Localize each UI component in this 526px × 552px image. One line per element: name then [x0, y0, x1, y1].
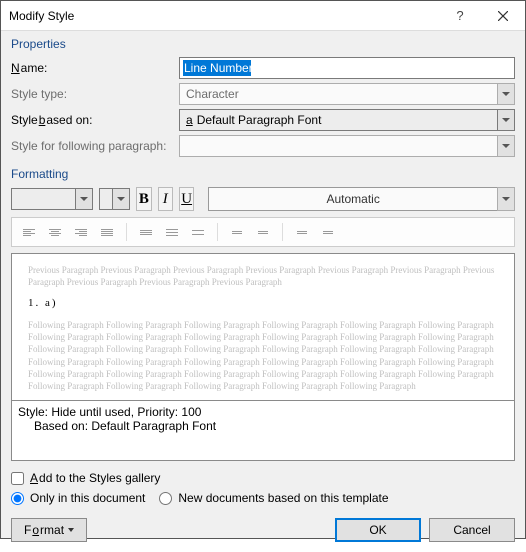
preview-pane: Previous Paragraph Previous Paragraph Pr…	[11, 253, 515, 401]
based-on-value: aDefault Paragraph Font	[179, 109, 497, 131]
properties-heading: Properties	[11, 37, 515, 51]
following-label: Style for following paragraph:	[11, 139, 171, 153]
chevron-down-icon	[117, 197, 125, 201]
indent-decrease-button	[291, 222, 313, 242]
align-left-button	[18, 222, 40, 242]
underline-button[interactable]: U	[179, 187, 194, 211]
following-value	[179, 135, 497, 157]
only-this-document-input[interactable]	[11, 492, 24, 505]
chevron-down-icon	[502, 144, 510, 148]
new-documents-radio[interactable]: New documents based on this template	[159, 491, 388, 505]
style-type-label: Style type:	[11, 87, 171, 101]
ok-button[interactable]: OK	[335, 518, 421, 542]
only-this-document-radio[interactable]: Only in this document	[11, 491, 145, 505]
chevron-down-icon	[80, 197, 88, 201]
font-color-combo[interactable]: Automatic	[208, 187, 515, 211]
following-dropdown	[497, 135, 515, 157]
modify-style-dialog: Modify Style ? Properties Name: Style ty…	[0, 0, 526, 539]
chevron-down-icon	[502, 197, 510, 201]
paragraph-toolbar	[11, 217, 515, 247]
italic-button[interactable]: I	[158, 187, 173, 211]
desc-line-1: Style: Hide until used, Priority: 100	[18, 405, 508, 419]
font-size-dropdown[interactable]	[112, 188, 130, 210]
titlebar: Modify Style ?	[1, 1, 525, 31]
preview-previous: Previous Paragraph Previous Paragraph Pr…	[28, 264, 498, 288]
space-before-dec-button	[252, 222, 274, 242]
new-documents-input[interactable]	[159, 492, 172, 505]
indent-increase-button	[317, 222, 339, 242]
font-name-value	[11, 188, 75, 210]
font-color-dropdown[interactable]	[497, 187, 515, 211]
following-combo	[179, 135, 515, 157]
chevron-down-icon	[502, 118, 510, 122]
style-type-combo: Character	[179, 83, 515, 105]
chevron-down-icon	[502, 92, 510, 96]
style-type-dropdown	[497, 83, 515, 105]
style-type-value: Character	[179, 83, 497, 105]
font-name-combo[interactable]	[11, 188, 93, 210]
cancel-button[interactable]: Cancel	[429, 518, 515, 542]
close-button[interactable]	[480, 1, 525, 31]
chevron-down-icon	[68, 528, 74, 532]
desc-line-2: Based on: Default Paragraph Font	[18, 419, 508, 433]
font-color-value: Automatic	[208, 187, 497, 211]
font-name-dropdown[interactable]	[75, 188, 93, 210]
align-center-button	[44, 222, 66, 242]
add-to-gallery-input[interactable]	[11, 472, 24, 485]
line-spacing-2-button	[187, 222, 209, 242]
line-spacing-1-button	[135, 222, 157, 242]
align-right-button	[70, 222, 92, 242]
based-on-dropdown[interactable]	[497, 109, 515, 131]
preview-sample: 1. a)	[28, 296, 498, 311]
name-input[interactable]	[179, 57, 515, 79]
based-on-combo[interactable]: aDefault Paragraph Font	[179, 109, 515, 131]
preview-following: Following Paragraph Following Paragraph …	[28, 319, 498, 392]
line-spacing-15-button	[161, 222, 183, 242]
font-size-value	[99, 188, 112, 210]
font-size-combo[interactable]	[99, 188, 130, 210]
formatting-heading: Formatting	[11, 167, 515, 181]
dialog-title: Modify Style	[9, 9, 440, 23]
name-label: Name:	[11, 61, 171, 75]
help-button[interactable]: ?	[440, 1, 480, 31]
add-to-gallery-checkbox[interactable]: Add to the Styles gallery	[11, 471, 515, 485]
close-icon	[498, 11, 508, 21]
based-on-label: Style based on:	[11, 113, 171, 127]
format-button[interactable]: Format	[11, 518, 87, 542]
space-before-inc-button	[226, 222, 248, 242]
bold-button[interactable]: B	[136, 187, 151, 211]
style-description: Style: Hide until used, Priority: 100 Ba…	[11, 401, 515, 461]
align-justify-button	[96, 222, 118, 242]
